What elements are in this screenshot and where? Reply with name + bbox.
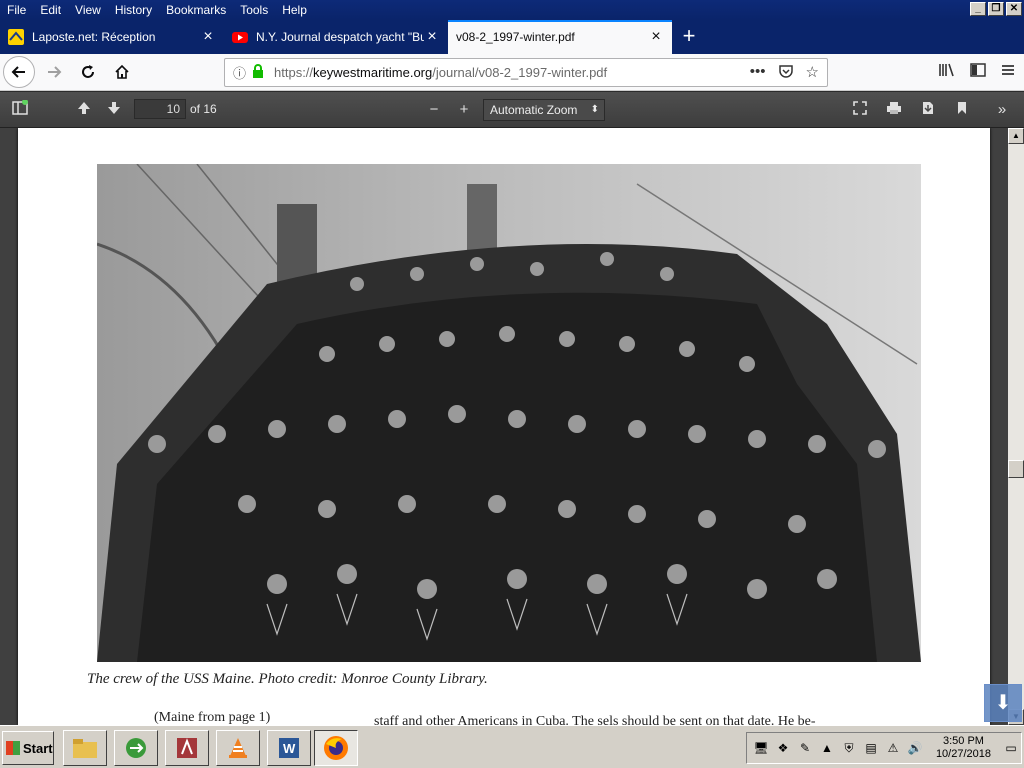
- system-tray: 🖥 ❖ ✎ ▲ ⛨ ▤ ⚠ 🔊 3:50 PM 10/27/2018 ▭: [746, 732, 1022, 764]
- firefox-icon[interactable]: [314, 730, 358, 766]
- zoom-in-icon[interactable]: +: [454, 100, 474, 120]
- print-icon[interactable]: [884, 100, 904, 120]
- close-icon[interactable]: ×: [200, 29, 216, 45]
- tab-title: N.Y. Journal despatch yacht "Bucc: [256, 30, 424, 44]
- tab-title: Laposte.net: Réception: [32, 30, 156, 44]
- tab-laposte[interactable]: Laposte.net: Réception ×: [0, 20, 224, 54]
- close-icon[interactable]: ×: [648, 29, 664, 45]
- window-controls: _ ❐ ✕: [970, 2, 1022, 16]
- menu-edit[interactable]: Edit: [33, 0, 68, 20]
- menu-file[interactable]: File: [0, 0, 33, 20]
- forward-button[interactable]: [39, 57, 69, 87]
- home-icon: [115, 64, 129, 79]
- tab-bar: Laposte.net: Réception × N.Y. Journal de…: [0, 20, 1024, 54]
- clock-time: 3:50 PM: [942, 735, 984, 747]
- restore-button[interactable]: ❐: [988, 2, 1004, 16]
- page-text-right: staff and other Americans in Cuba. The s…: [374, 714, 816, 725]
- pdf-viewer[interactable]: The crew of the USS Maine. Photo credit:…: [0, 128, 1008, 725]
- info-icon[interactable]: ⓘ: [233, 63, 246, 82]
- svg-text:W: W: [283, 741, 296, 756]
- tray-alert-icon[interactable]: ⚠: [885, 740, 901, 756]
- hamburger-menu-icon[interactable]: [1000, 62, 1016, 83]
- access-app-icon[interactable]: [165, 730, 209, 766]
- youtube-icon: [232, 29, 248, 45]
- forward-arrow-icon: [48, 66, 62, 78]
- photo-caption: The crew of the USS Maine. Photo credit:…: [87, 671, 488, 687]
- bookmark-icon[interactable]: [952, 100, 972, 120]
- laposte-icon: [8, 29, 24, 45]
- menu-tools[interactable]: Tools: [233, 0, 275, 20]
- previous-page-icon[interactable]: [74, 100, 94, 120]
- tab-youtube[interactable]: N.Y. Journal despatch yacht "Bucc ×: [224, 20, 448, 54]
- library-icon[interactable]: [938, 62, 956, 83]
- scroll-up-arrow-icon[interactable]: ▲: [1008, 128, 1024, 144]
- menu-bar: File Edit View History Bookmarks Tools H…: [0, 0, 1024, 20]
- vertical-scrollbar[interactable]: ▲ ▼: [1008, 128, 1024, 725]
- tray-vlc-icon[interactable]: ▲: [819, 740, 835, 756]
- sidebar-toggle-icon[interactable]: [970, 62, 986, 83]
- bookmark-star-icon[interactable]: ☆: [806, 63, 819, 83]
- tab-pdf[interactable]: v08-2_1997-winter.pdf ×: [448, 20, 672, 54]
- file-explorer-icon[interactable]: [63, 730, 107, 766]
- download-arrow-icon[interactable]: ⬇: [984, 684, 1022, 722]
- clock-date: 10/27/2018: [935, 748, 991, 760]
- tray-volume-icon[interactable]: 🔊: [907, 740, 923, 756]
- save-icon[interactable]: [918, 100, 938, 120]
- pdf-page: The crew of the USS Maine. Photo credit:…: [18, 128, 990, 725]
- scroll-thumb[interactable]: [1008, 460, 1024, 478]
- tab-title: v08-2_1997-winter.pdf: [456, 30, 575, 44]
- tools-chevron-icon[interactable]: »: [992, 100, 1012, 120]
- home-button[interactable]: [107, 57, 137, 87]
- clock[interactable]: 3:50 PM 10/27/2018: [936, 735, 991, 761]
- taskbar: Start W 🖥 ❖ ✎ ▲ ⛨ ▤ ⚠ 🔊 3:50 PM 10/27/20…: [0, 725, 1024, 768]
- menu-history[interactable]: History: [108, 0, 159, 20]
- windows-logo-icon: [6, 741, 20, 755]
- close-icon[interactable]: ×: [424, 29, 440, 45]
- page-text-left: (Maine from page 1): [154, 710, 271, 725]
- new-tab-button[interactable]: +: [672, 20, 706, 54]
- zoom-select[interactable]: Automatic Zoom: [483, 99, 605, 121]
- crew-photo: [97, 164, 921, 662]
- sidebar-icon[interactable]: [10, 99, 30, 120]
- tray-security-icon[interactable]: ⛨: [841, 740, 857, 756]
- presentation-mode-icon[interactable]: [850, 100, 870, 120]
- tray-display-icon[interactable]: ▭: [1003, 740, 1019, 756]
- url-bar[interactable]: ⓘ https://keywestmaritime.org/journal/v0…: [224, 58, 828, 87]
- tray-tools-icon[interactable]: ✎: [797, 740, 813, 756]
- page-count: of 16: [190, 102, 217, 116]
- reload-icon: [82, 65, 94, 78]
- minimize-button[interactable]: _: [970, 2, 986, 16]
- page-actions-icon[interactable]: •••: [750, 63, 766, 83]
- pocket-icon[interactable]: [778, 63, 794, 83]
- page-number-input[interactable]: 10: [134, 99, 186, 119]
- word-icon[interactable]: W: [267, 730, 311, 766]
- reload-button[interactable]: [73, 57, 103, 87]
- next-page-icon[interactable]: [104, 100, 124, 120]
- zoom-out-icon[interactable]: −: [424, 100, 444, 120]
- close-window-button[interactable]: ✕: [1006, 2, 1022, 16]
- lock-icon[interactable]: [252, 64, 264, 81]
- back-button[interactable]: [3, 56, 35, 88]
- tray-dropbox-icon[interactable]: ❖: [775, 740, 791, 756]
- menu-bookmarks[interactable]: Bookmarks: [159, 0, 233, 20]
- navigation-bar: ⓘ https://keywestmaritime.org/journal/v0…: [0, 54, 1024, 91]
- start-button[interactable]: Start: [2, 731, 54, 765]
- menu-view[interactable]: View: [68, 0, 108, 20]
- vlc-icon[interactable]: [216, 730, 260, 766]
- tray-network-icon[interactable]: 🖥: [753, 740, 769, 756]
- url-text: https://keywestmaritime.org/journal/v08-…: [274, 65, 608, 80]
- sync-app-icon[interactable]: [114, 730, 158, 766]
- menu-help[interactable]: Help: [275, 0, 314, 20]
- tray-device-icon[interactable]: ▤: [863, 740, 879, 756]
- back-arrow-icon: [11, 66, 25, 78]
